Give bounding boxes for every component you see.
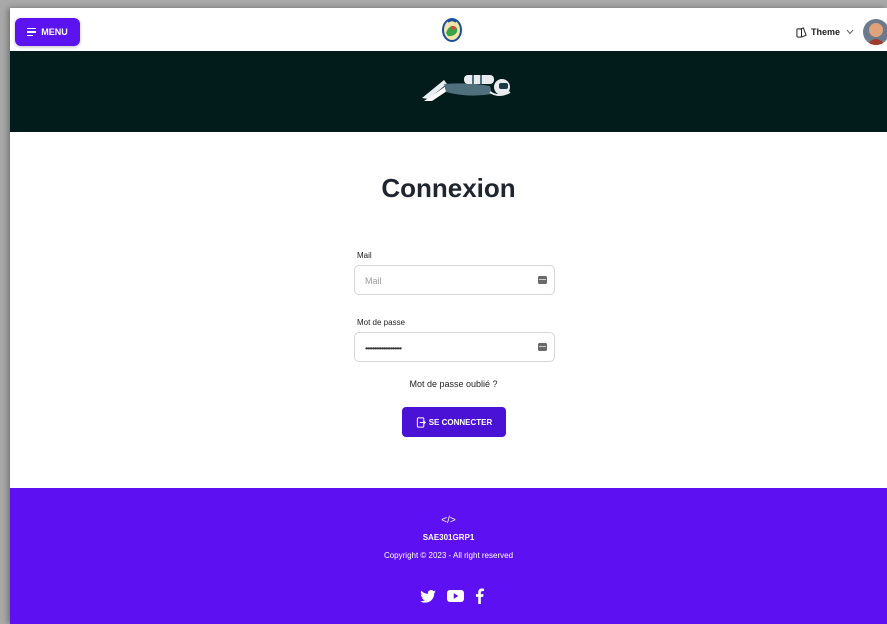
forgot-password-link[interactable]: Mot de passe oublié ? xyxy=(10,379,887,389)
keyboard-icon xyxy=(538,343,547,351)
mail-field-wrapper[interactable] xyxy=(354,265,555,295)
menu-button-label: MENU xyxy=(41,27,68,37)
mail-label: Mail xyxy=(357,251,372,260)
site-logo[interactable] xyxy=(440,17,464,43)
login-icon xyxy=(416,416,426,428)
keyboard-icon xyxy=(538,276,547,284)
password-input[interactable] xyxy=(365,340,525,356)
twitter-icon[interactable] xyxy=(420,589,436,603)
user-avatar[interactable] xyxy=(863,19,887,45)
mail-input[interactable] xyxy=(365,273,525,289)
password-label: Mot de passe xyxy=(357,318,406,327)
palette-icon xyxy=(796,26,807,38)
code-icon: </> xyxy=(441,515,456,526)
footer-brand: SAE301GRP1 xyxy=(422,533,475,542)
theme-label: Theme xyxy=(811,27,841,37)
browser-page: MENU Theme Connexion Mail Mail Mot de pa… xyxy=(10,8,887,624)
site-footer: </> SAE301GRP1 Copyright © 2023 - All ri… xyxy=(10,488,887,624)
diver-illustration xyxy=(422,75,511,101)
chevron-down-icon xyxy=(846,27,854,37)
theme-dropdown[interactable]: Theme xyxy=(796,25,854,39)
login-button[interactable]: SE CONNECTER xyxy=(402,407,506,437)
page-title: Connexion xyxy=(381,173,516,203)
footer-copyright: Copyright © 2023 - All right reserved xyxy=(383,551,514,560)
facebook-icon[interactable] xyxy=(475,588,484,604)
social-links xyxy=(420,588,484,604)
password-field-wrapper[interactable] xyxy=(354,332,555,362)
login-button-label: SE CONNECTER xyxy=(428,417,493,427)
top-navbar: MENU Theme xyxy=(10,8,887,51)
hamburger-icon xyxy=(27,26,37,38)
hero-banner xyxy=(10,51,887,132)
youtube-icon[interactable] xyxy=(447,590,464,602)
menu-button[interactable]: MENU xyxy=(15,18,80,46)
